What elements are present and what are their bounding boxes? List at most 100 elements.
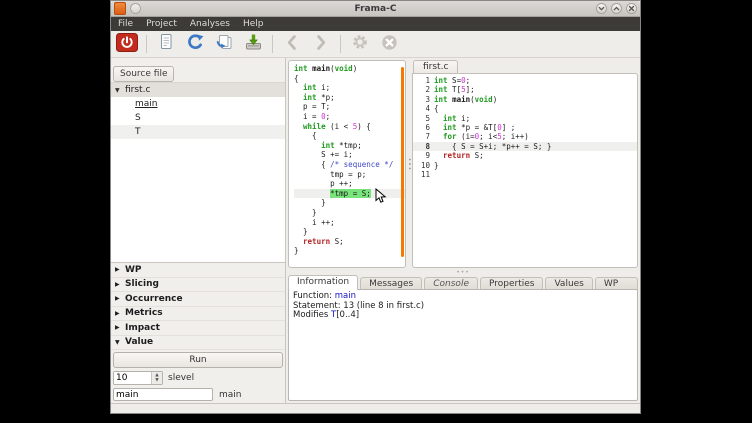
code-line[interactable]: 4{ — [413, 104, 637, 113]
analysis-item-label: Occurrence — [125, 294, 183, 304]
file-tab-first-c[interactable]: first.c — [413, 60, 458, 73]
code-line[interactable]: 10} — [413, 161, 637, 170]
bottom-tabs: InformationMessages (0)ConsoleProperties… — [288, 275, 638, 290]
chevron-up-icon — [613, 5, 620, 12]
menu-file[interactable]: File — [118, 19, 133, 29]
code-line[interactable]: 5 int i; — [413, 114, 637, 123]
code-segment: int — [434, 76, 448, 85]
back-icon — [284, 34, 300, 55]
code-line[interactable]: } — [294, 208, 405, 218]
reload-button[interactable] — [183, 33, 207, 55]
analysis-item-value[interactable]: ▼Value — [111, 336, 285, 351]
code-segment: ; — [466, 76, 471, 85]
code-line[interactable]: 2int T[5]; — [413, 85, 637, 94]
new-file-button[interactable] — [154, 33, 178, 55]
source-file-button[interactable]: Source file — [113, 66, 174, 82]
main-function-input[interactable] — [113, 388, 213, 401]
code-segment: } — [294, 198, 326, 208]
code-line[interactable]: 7 for (i=0; i<5; i++) — [413, 132, 637, 141]
tree-caret-icon[interactable]: ▼ — [115, 87, 123, 94]
load-session-button[interactable] — [212, 33, 236, 55]
gear-button[interactable] — [348, 33, 372, 55]
analysis-item-label: Slicing — [125, 279, 159, 289]
info-text: Function: — [293, 291, 335, 301]
tree-item-t[interactable]: T — [111, 125, 285, 139]
code-line[interactable]: while (i < 5) { — [294, 122, 405, 132]
slevel-input[interactable] — [114, 372, 151, 384]
code-line[interactable]: } — [294, 246, 405, 256]
code-segment: /* sequence */ — [330, 160, 393, 170]
code-segment: ) — [353, 64, 358, 74]
minimize-button[interactable] — [596, 3, 607, 14]
analysis-item-label: Impact — [125, 323, 160, 333]
analysis-item-slicing[interactable]: ▶Slicing — [111, 278, 285, 293]
slevel-stepper[interactable]: ▲▼ — [151, 372, 162, 384]
maximize-button[interactable] — [611, 3, 622, 14]
code-segment: } — [294, 246, 299, 256]
bottom-tab-information[interactable]: Information — [288, 275, 358, 290]
code-line[interactable]: p = T; — [294, 102, 405, 112]
code-line[interactable]: i = 0; — [294, 112, 405, 122]
run-button[interactable]: Run — [113, 352, 283, 368]
menu-project[interactable]: Project — [146, 19, 177, 29]
analyses-list: ▶WP▶Slicing▶Occurrence▶Metrics▶Impact▼Va… — [111, 262, 285, 350]
code-line[interactable]: return S; — [294, 237, 405, 247]
code-segment: *p = &T[ — [457, 123, 498, 132]
analysis-item-label: Metrics — [125, 308, 163, 318]
code-line[interactable]: tmp = p; — [294, 170, 405, 180]
caret-right-icon: ▶ — [115, 324, 125, 331]
line-number: 6 — [413, 123, 434, 132]
code-segment: S; — [330, 237, 344, 247]
code-line[interactable]: 11 — [413, 170, 637, 179]
code-segment: { — [294, 74, 299, 84]
code-line[interactable]: int main(void) — [294, 64, 405, 74]
code-line[interactable]: S += i; — [294, 150, 405, 160]
mouse-cursor-icon — [375, 188, 387, 204]
code-line[interactable]: 6 int *p = &T[0] ; — [413, 123, 637, 132]
stop-button[interactable] — [377, 33, 401, 55]
code-line[interactable]: 3int main(void) — [413, 95, 637, 104]
reload-icon — [186, 33, 205, 55]
code-line[interactable]: 9 return S; — [413, 151, 637, 160]
code-line[interactable]: } — [294, 198, 405, 208]
code-segment — [294, 237, 303, 247]
code-line[interactable]: p ++; — [294, 179, 405, 189]
code-line[interactable]: } — [294, 227, 405, 237]
code-segment: } — [294, 208, 317, 218]
power-button[interactable] — [115, 33, 139, 55]
code-line[interactable]: int *tmp; — [294, 141, 405, 151]
save-session-button[interactable] — [241, 33, 265, 55]
close-button[interactable] — [626, 3, 637, 14]
code-segment: int — [294, 64, 308, 74]
code-line[interactable]: { /* sequence */ — [294, 160, 405, 170]
code-segment: { — [434, 104, 439, 113]
tree-item-first-c[interactable]: ▼first.c — [111, 83, 285, 97]
code-line[interactable]: { — [294, 74, 405, 84]
info-link[interactable]: main — [335, 291, 356, 301]
analysis-item-wp[interactable]: ▶WP — [111, 263, 285, 278]
forward-button[interactable] — [309, 33, 333, 55]
code-line[interactable]: *tmp = S; — [294, 189, 405, 199]
code-line[interactable]: int i; — [294, 83, 405, 93]
analysis-item-metrics[interactable]: ▶Metrics — [111, 307, 285, 322]
code-line[interactable]: i ++; — [294, 218, 405, 228]
code-segment: return — [443, 151, 470, 160]
source-tree: ▼first.cmainST — [111, 82, 285, 262]
tree-item-s[interactable]: S — [111, 111, 285, 125]
analysis-item-impact[interactable]: ▶Impact — [111, 321, 285, 336]
code-segment — [294, 122, 303, 132]
code-line[interactable]: int *p; — [294, 93, 405, 103]
vertical-scrollbar[interactable] — [401, 67, 404, 257]
code-segment: ; i< — [479, 132, 497, 141]
menu-help[interactable]: Help — [243, 19, 264, 29]
chevron-down-icon — [598, 5, 605, 12]
tree-item-main[interactable]: main — [111, 97, 285, 111]
code-line[interactable]: 8 { S = S+i; *p++ = S; } — [413, 142, 637, 151]
analysis-item-occurrence[interactable]: ▶Occurrence — [111, 292, 285, 307]
back-button[interactable] — [280, 33, 304, 55]
code-segment: *tmp = S; — [330, 189, 371, 199]
tree-item-label: T — [135, 127, 141, 137]
code-line[interactable]: { — [294, 131, 405, 141]
menu-analyses[interactable]: Analyses — [190, 19, 230, 29]
code-line[interactable]: 1int S=0; — [413, 76, 637, 85]
